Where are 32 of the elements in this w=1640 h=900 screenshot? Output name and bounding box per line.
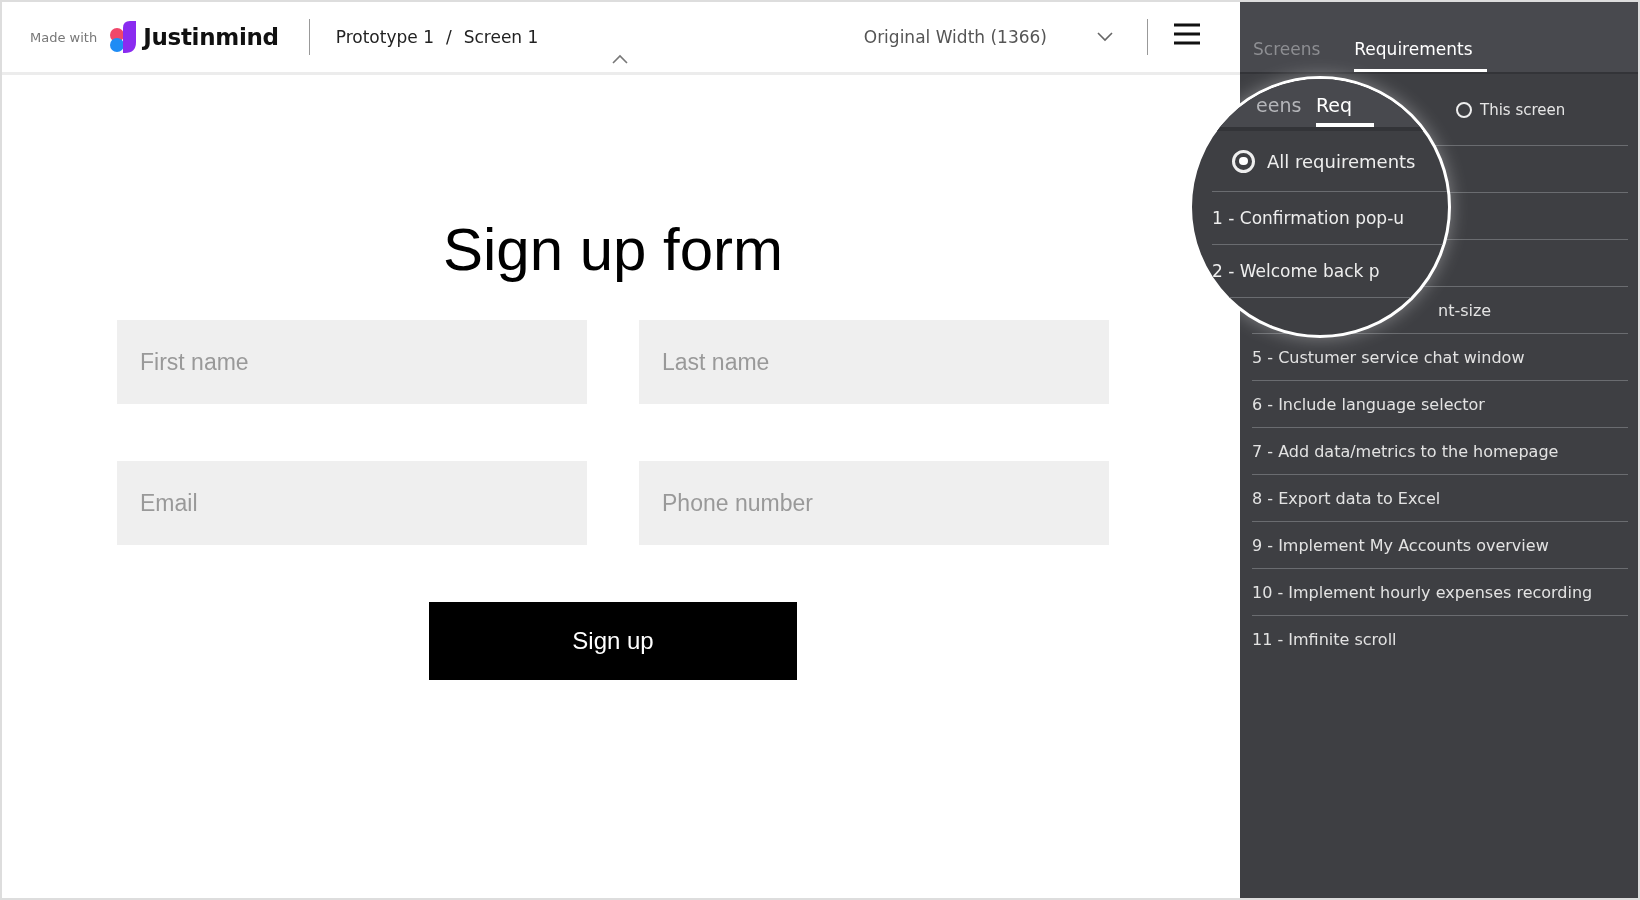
- input-field[interactable]: Email: [117, 461, 587, 545]
- magnified-requirement: 2 - Welcome back p: [1212, 261, 1380, 281]
- breadcrumb-link[interactable]: Screen 1: [463, 27, 539, 47]
- width-dropdown[interactable]: Original Width (1366): [863, 27, 1115, 47]
- requirement-item[interactable]: 11 - Imfinite scroll: [1252, 629, 1397, 649]
- radio-label: This screen: [1480, 100, 1566, 119]
- requirement-item[interactable]: 9 - Implement My Accounts overview: [1252, 535, 1549, 555]
- made-with-label: Made with: [30, 29, 98, 45]
- magnified-tab-label: Req: [1316, 93, 1375, 127]
- sign-up-button[interactable]: Sign up: [429, 602, 797, 680]
- requirement-item[interactable]: 7 - Add data/metrics to the homepage: [1252, 441, 1559, 461]
- magnified-radio-label: All requirements: [1267, 150, 1416, 172]
- menu-icon[interactable]: [1174, 23, 1200, 45]
- chevron-down-icon[interactable]: [1097, 32, 1113, 42]
- brand-name: Justinmind: [143, 24, 279, 50]
- logo-icon: [109, 20, 138, 54]
- form-title: Sign up form: [442, 215, 784, 284]
- input-field[interactable]: First name: [117, 320, 587, 404]
- input-field[interactable]: Phone number: [639, 461, 1109, 545]
- breadcrumb-separator: /: [445, 27, 452, 47]
- breadcrumb-link[interactable]: Prototype 1: [335, 27, 434, 47]
- requirement-item[interactable]: 6 - Include language selector: [1252, 394, 1485, 414]
- requirement-item[interactable]: nt-size: [1438, 300, 1492, 320]
- radio-button[interactable]: [1456, 101, 1472, 118]
- magnified-tab-label: eens: [1256, 93, 1302, 118]
- input-field[interactable]: Last name: [639, 320, 1109, 404]
- magnified-requirement: 1 - Confirmation pop-u: [1212, 208, 1405, 228]
- panel-tab[interactable]: Requirements: [1354, 39, 1487, 72]
- requirement-item[interactable]: 5 - Custumer service chat window: [1252, 347, 1525, 367]
- requirement-item[interactable]: 10 - Implement hourly expenses recording: [1252, 582, 1593, 602]
- caret-up-icon[interactable]: [612, 54, 628, 64]
- requirement-item[interactable]: 8 - Export data to Excel: [1252, 488, 1441, 508]
